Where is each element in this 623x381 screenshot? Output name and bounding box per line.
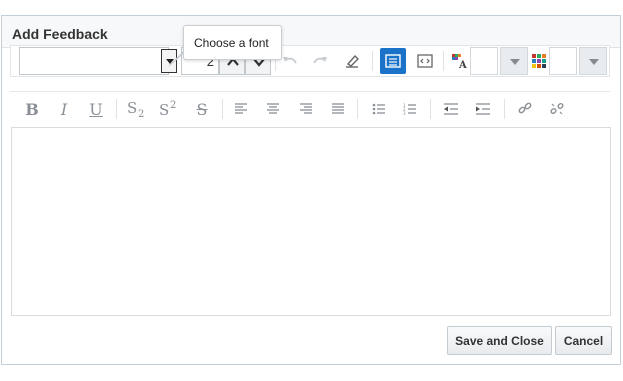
align-right-button[interactable] xyxy=(294,97,318,121)
insert-link-button[interactable] xyxy=(513,97,537,121)
numbered-list-button[interactable]: 1 2 3 xyxy=(398,97,422,121)
underline-button[interactable]: U xyxy=(84,97,108,121)
toolbar-separator xyxy=(357,99,358,119)
cancel-button[interactable]: Cancel xyxy=(555,326,612,355)
toolbar-separator xyxy=(222,99,223,119)
dialog-title: Add Feedback xyxy=(12,26,108,42)
source-code-mode-button[interactable] xyxy=(412,48,438,74)
bold-label: B xyxy=(25,99,39,119)
outdent-button[interactable] xyxy=(439,97,463,121)
align-left-icon xyxy=(235,103,247,114)
clear-formatting-button[interactable] xyxy=(339,48,365,74)
background-color-icon xyxy=(532,54,546,68)
toolbar-divider xyxy=(10,91,610,92)
subscript-button[interactable]: S 2 xyxy=(124,97,150,121)
text-color-dropdown[interactable] xyxy=(500,47,528,75)
subscript-icon: S 2 xyxy=(127,99,144,119)
dialog-header: Add Feedback xyxy=(2,16,620,48)
italic-label: I xyxy=(60,99,68,119)
toolbar-separator xyxy=(443,51,444,71)
underline-label: U xyxy=(89,99,103,119)
italic-button[interactable]: I xyxy=(52,97,76,121)
editor-toolbar-primary: 2 A xyxy=(10,45,610,77)
toolbar-separator xyxy=(504,99,505,119)
document-icon xyxy=(385,54,401,68)
text-color-swatch[interactable] xyxy=(470,47,498,75)
background-color-dropdown[interactable] xyxy=(579,47,607,75)
unlink-icon xyxy=(550,102,564,115)
svg-text:S: S xyxy=(127,99,137,117)
justify-button[interactable] xyxy=(326,97,350,121)
toolbar-separator xyxy=(430,99,431,119)
bulleted-list-icon xyxy=(372,103,385,115)
rich-text-mode-button[interactable] xyxy=(380,48,406,74)
redo-icon xyxy=(313,57,327,64)
svg-text:2: 2 xyxy=(170,100,176,111)
redo-button[interactable] xyxy=(307,48,333,74)
remove-link-button[interactable] xyxy=(545,97,569,121)
superscript-button[interactable]: S 2 xyxy=(156,97,182,121)
editor-toolbar-formatting: B I U S 2 S 2 S 1 2 3 xyxy=(10,93,610,125)
font-tooltip: Choose a font xyxy=(183,25,282,60)
save-and-close-button[interactable]: Save and Close xyxy=(447,326,552,355)
font-family-select[interactable] xyxy=(19,47,169,75)
align-left-button[interactable] xyxy=(229,97,253,121)
strikethrough-button[interactable]: S xyxy=(190,97,214,121)
code-view-icon xyxy=(417,54,433,68)
feedback-editor[interactable] xyxy=(11,127,611,316)
background-color-swatch[interactable] xyxy=(549,47,577,75)
indent-button[interactable] xyxy=(471,97,495,121)
indent-icon xyxy=(476,103,490,115)
bold-button[interactable]: B xyxy=(20,97,44,121)
align-justify-icon xyxy=(332,103,344,114)
toolbar-separator xyxy=(372,51,373,71)
numbered-list-icon: 1 2 3 xyxy=(403,103,416,116)
align-center-button[interactable] xyxy=(261,97,285,121)
superscript-icon: S 2 xyxy=(159,100,176,119)
svg-text:3: 3 xyxy=(403,111,406,116)
align-right-icon xyxy=(300,103,312,114)
link-icon xyxy=(518,102,532,114)
eraser-icon xyxy=(346,54,359,68)
align-center-icon xyxy=(267,103,279,114)
strikethrough-label: S xyxy=(196,99,208,119)
toolbar-separator xyxy=(116,99,117,119)
font-color-icon: A xyxy=(452,54,467,69)
svg-text:A: A xyxy=(458,60,467,69)
bulleted-list-button[interactable] xyxy=(367,97,391,121)
svg-text:S: S xyxy=(159,101,169,119)
svg-text:2: 2 xyxy=(138,109,144,119)
undo-icon xyxy=(283,57,297,64)
outdent-icon xyxy=(444,103,458,115)
